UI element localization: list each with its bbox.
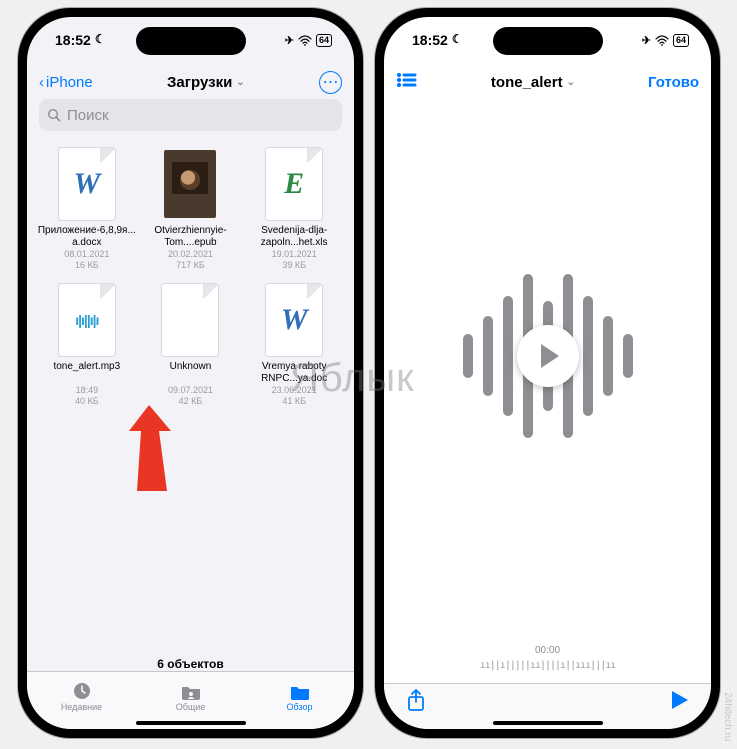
more-options-button[interactable]: ⋯ bbox=[319, 71, 342, 94]
shared-folder-icon bbox=[180, 681, 202, 701]
airplane-icon: ✈ bbox=[285, 34, 294, 47]
tab-browse-label: Обзор bbox=[287, 702, 313, 712]
clock-icon bbox=[72, 681, 92, 701]
status-time: 18:52 bbox=[412, 32, 448, 48]
file-date: 23.06.2021 bbox=[272, 385, 317, 396]
file-item[interactable]: E Svedenija-dlja-zapoln...het.xls19.01.20… bbox=[244, 147, 344, 271]
play-button[interactable] bbox=[517, 325, 579, 387]
file-thumbnail bbox=[161, 283, 219, 357]
annotation-arrow-icon bbox=[121, 405, 181, 495]
watermark-side: 24hitech.ru bbox=[722, 692, 733, 741]
wifi-icon bbox=[298, 35, 312, 46]
search-placeholder: Поиск bbox=[67, 107, 109, 124]
file-name: Vremya raboty RNPC...ya.doc bbox=[244, 361, 344, 385]
file-thumbnail: W bbox=[58, 147, 116, 221]
dynamic-island bbox=[493, 27, 603, 55]
file-thumbnail bbox=[161, 147, 219, 221]
file-item[interactable]: W Vremya raboty RNPC...ya.doc23.06.202141… bbox=[244, 283, 344, 407]
folder-icon bbox=[289, 681, 311, 701]
file-item[interactable]: W Приложение-6,8,9я...a.docx08.01.202116 … bbox=[37, 147, 137, 271]
file-name: tone_alert.mp3 bbox=[53, 361, 120, 385]
file-item[interactable]: ı|ı||ı|ı tone_alert.mp318:4940 КБ bbox=[37, 283, 137, 407]
bottom-play-button[interactable] bbox=[671, 690, 689, 715]
status-time: 18:52 bbox=[55, 32, 91, 48]
file-size: 16 КБ bbox=[75, 260, 99, 271]
word-file-icon: W bbox=[281, 303, 308, 337]
file-date: 19.01.2021 bbox=[272, 249, 317, 260]
dynamic-island bbox=[136, 27, 246, 55]
done-button[interactable]: Готово bbox=[648, 74, 699, 91]
phone-audio-preview: 18:52 ☾ ✈ 64 tone_alert ⌄ Готово bbox=[375, 8, 720, 738]
dnd-moon-icon: ☾ bbox=[95, 32, 106, 46]
word-file-icon: W bbox=[73, 167, 100, 201]
folder-title[interactable]: Загрузки ⌄ bbox=[167, 74, 245, 91]
file-grid: W Приложение-6,8,9я...a.docx08.01.202116 … bbox=[27, 139, 354, 407]
audio-preview-area: 00:00 ıı||ı|||||ıı||||ı||ııı|||ıı bbox=[384, 99, 711, 683]
play-icon bbox=[541, 344, 559, 368]
file-date: 18:49 bbox=[76, 385, 99, 396]
excel-file-icon: E bbox=[284, 167, 304, 201]
timeline-scrubber[interactable]: 00:00 ıı||ı|||||ıı||||ı||ııı|||ıı bbox=[404, 645, 691, 671]
chevron-down-icon: ⌄ bbox=[567, 77, 575, 88]
file-item[interactable]: Unknown09.07.202142 КБ bbox=[141, 283, 241, 407]
file-size: 42 КБ bbox=[179, 396, 203, 407]
file-date: 09.07.2021 bbox=[168, 385, 213, 396]
file-title[interactable]: tone_alert ⌄ bbox=[491, 74, 575, 91]
file-size: 41 КБ bbox=[282, 396, 306, 407]
file-name: Unknown bbox=[170, 361, 212, 385]
file-name: Otvierzhiennyie-Tom....epub bbox=[141, 225, 241, 249]
file-name: Приложение-6,8,9я...a.docx bbox=[37, 225, 137, 249]
share-button[interactable] bbox=[406, 688, 426, 717]
tab-shared[interactable]: Общие bbox=[136, 672, 245, 721]
list-button[interactable] bbox=[396, 72, 418, 93]
back-label: iPhone bbox=[46, 74, 93, 91]
tab-recent-label: Недавние bbox=[61, 702, 102, 712]
folder-title-text: Загрузки bbox=[167, 74, 232, 91]
search-icon bbox=[47, 108, 61, 122]
file-title-text: tone_alert bbox=[491, 74, 563, 91]
phone-files-app: 18:52 ☾ ✈ 64 ‹ iPhone Загрузки ⌄ bbox=[18, 8, 363, 738]
file-date: 20.02.2021 bbox=[168, 249, 213, 260]
battery-icon: 64 bbox=[316, 34, 332, 47]
book-cover-icon bbox=[164, 150, 216, 218]
chevron-left-icon: ‹ bbox=[39, 74, 44, 91]
back-button[interactable]: ‹ iPhone bbox=[39, 74, 93, 91]
audio-file-icon: ı|ı||ı|ı bbox=[75, 312, 98, 328]
file-size: 39 КБ bbox=[282, 260, 306, 271]
file-size: 717 КБ bbox=[176, 260, 205, 271]
chevron-down-icon: ⌄ bbox=[236, 77, 244, 88]
file-item[interactable]: Otvierzhiennyie-Tom....epub20.02.2021717… bbox=[141, 147, 241, 271]
playback-time: 00:00 bbox=[404, 645, 691, 656]
file-name: Svedenija-dlja-zapoln...het.xls bbox=[244, 225, 344, 249]
file-thumbnail: E bbox=[265, 147, 323, 221]
file-thumbnail: W bbox=[265, 283, 323, 357]
item-count-label: 6 объектов bbox=[27, 657, 354, 671]
home-indicator[interactable] bbox=[136, 721, 246, 725]
file-size: 40 КБ bbox=[75, 396, 99, 407]
tab-recent[interactable]: Недавние bbox=[27, 672, 136, 721]
file-thumbnail: ı|ı||ı|ı bbox=[58, 283, 116, 357]
tab-shared-label: Общие bbox=[176, 702, 206, 712]
dnd-moon-icon: ☾ bbox=[452, 32, 463, 46]
wifi-icon bbox=[655, 35, 669, 46]
file-date: 08.01.2021 bbox=[64, 249, 109, 260]
mini-waveform: ıı||ı|||||ıı||||ı||ııı|||ıı bbox=[404, 660, 691, 671]
airplane-icon: ✈ bbox=[642, 34, 651, 47]
battery-icon: 64 bbox=[673, 34, 689, 47]
search-input[interactable]: Поиск bbox=[39, 99, 342, 131]
home-indicator[interactable] bbox=[493, 721, 603, 725]
tab-browse[interactable]: Обзор bbox=[245, 672, 354, 721]
